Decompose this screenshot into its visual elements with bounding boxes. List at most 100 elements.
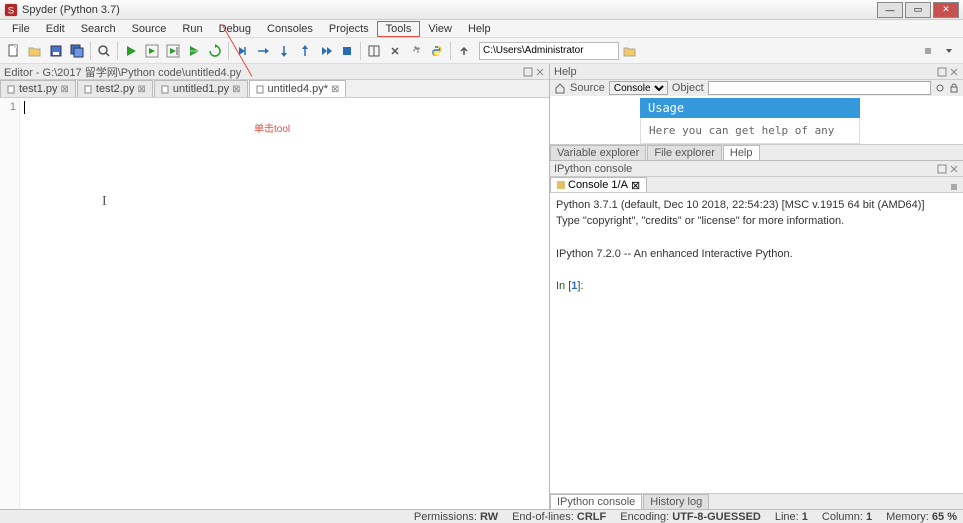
- save-all-button[interactable]: [67, 41, 87, 61]
- menu-search[interactable]: Search: [73, 22, 124, 36]
- debug-stop-button[interactable]: [337, 41, 357, 61]
- tab-label: untitled4.py*: [268, 83, 329, 95]
- help-header: Help: [554, 66, 937, 78]
- home-icon[interactable]: [554, 82, 566, 94]
- cwd-up-button[interactable]: [454, 41, 474, 61]
- menu-edit[interactable]: Edit: [38, 22, 73, 36]
- preferences-button[interactable]: [406, 41, 426, 61]
- menu-run[interactable]: Run: [174, 22, 210, 36]
- console-bottom-tabs: IPython consoleHistory log: [550, 493, 963, 509]
- run-cell-advance-button[interactable]: [163, 41, 183, 61]
- debug-continue-button[interactable]: [316, 41, 336, 61]
- lock-icon[interactable]: [949, 83, 959, 93]
- help-pane: Help Source Console Object Usage Here yo…: [550, 64, 963, 161]
- menubar: FileEditSearchSourceRunDebugConsolesProj…: [0, 20, 963, 38]
- editor-tab[interactable]: untitled1.py⊠: [154, 80, 248, 97]
- menu-file[interactable]: File: [4, 22, 38, 36]
- pane-close-icon[interactable]: [949, 67, 959, 77]
- close-icon[interactable]: ⊠: [331, 84, 339, 95]
- maximize-button[interactable]: ▭: [905, 2, 931, 18]
- file-icon: [7, 85, 16, 94]
- status-eol: End-of-lines: CRLF: [512, 511, 606, 523]
- console-tab-label: Console 1/A: [568, 179, 628, 191]
- editor-header: Editor - G:\2017 留学网\Python code\untitle…: [4, 64, 523, 80]
- toolbar: [0, 38, 963, 64]
- help-tab-help[interactable]: Help: [723, 145, 760, 160]
- console-tab[interactable]: Console 1/A ⊠: [550, 177, 647, 192]
- maximize-pane-button[interactable]: [385, 41, 405, 61]
- python-path-button[interactable]: [427, 41, 447, 61]
- status-memory: Memory: 65 %: [886, 511, 957, 523]
- editor-tab[interactable]: untitled4.py*⊠: [249, 80, 347, 97]
- help-tabs-bar: Variable explorerFile explorerHelp: [550, 144, 963, 160]
- source-select[interactable]: Console: [609, 81, 668, 95]
- editor-tab[interactable]: test1.py⊠: [0, 80, 76, 97]
- file-icon: [161, 85, 170, 94]
- open-file-button[interactable]: [25, 41, 45, 61]
- layout-button[interactable]: [364, 41, 384, 61]
- close-icon[interactable]: ⊠: [137, 84, 145, 95]
- close-icon[interactable]: ⊠: [232, 84, 240, 95]
- debug-step-button[interactable]: [253, 41, 273, 61]
- usage-text: Here you can get help of any: [640, 118, 860, 144]
- run-selection-button[interactable]: [184, 41, 204, 61]
- editor-pane: Editor - G:\2017 留学网\Python code\untitle…: [0, 64, 550, 509]
- annotation-label: 单击tool: [254, 120, 290, 135]
- cwd-browse-button[interactable]: [620, 41, 640, 61]
- close-icon[interactable]: ⊠: [631, 179, 640, 192]
- save-button[interactable]: [46, 41, 66, 61]
- pane-undock-icon[interactable]: [937, 67, 947, 77]
- spyder-icon: S: [4, 3, 18, 17]
- help-tab-variable-explorer[interactable]: Variable explorer: [550, 145, 646, 160]
- console-output[interactable]: Python 3.7.1 (default, Dec 10 2018, 22:5…: [550, 193, 963, 493]
- minimize-button[interactable]: —: [877, 2, 903, 18]
- tab-label: test2.py: [96, 83, 135, 95]
- console-header: IPython console: [554, 163, 937, 175]
- help-tab-file-explorer[interactable]: File explorer: [647, 145, 722, 160]
- console-bottom-tab-ipython-console[interactable]: IPython console: [550, 494, 642, 509]
- menu-help[interactable]: Help: [460, 22, 499, 36]
- run-cell-button[interactable]: [142, 41, 162, 61]
- text-cursor-icon: I: [102, 194, 107, 210]
- close-icon[interactable]: ⊠: [61, 84, 69, 95]
- ipython-console-pane: IPython console Console 1/A ⊠ Python 3.7…: [550, 161, 963, 509]
- run-button[interactable]: [121, 41, 141, 61]
- file-icon: [84, 85, 93, 94]
- console-options-icon[interactable]: [945, 182, 963, 192]
- window-title: Spyder (Python 3.7): [22, 4, 877, 16]
- menu-tools[interactable]: Tools: [377, 21, 421, 37]
- object-label: Object: [672, 82, 704, 94]
- code-editor[interactable]: I 单击tool: [20, 98, 549, 509]
- close-button[interactable]: ✕: [933, 2, 959, 18]
- toolbar-dropdown-button[interactable]: [939, 42, 959, 60]
- status-encoding: Encoding: UTF-8-GUESSED: [620, 511, 761, 523]
- pane-undock-icon[interactable]: [937, 164, 947, 174]
- file-icon: [256, 85, 265, 94]
- search-button[interactable]: [94, 41, 114, 61]
- svg-text:S: S: [8, 5, 14, 16]
- status-column: Column: 1: [822, 511, 872, 523]
- statusbar: Permissions: RW End-of-lines: CRLF Encod…: [0, 509, 963, 523]
- menu-source[interactable]: Source: [124, 22, 175, 36]
- menu-consoles[interactable]: Consoles: [259, 22, 321, 36]
- menu-projects[interactable]: Projects: [321, 22, 377, 36]
- toolbar-menu-button[interactable]: [918, 42, 938, 60]
- rerun-button[interactable]: [205, 41, 225, 61]
- pane-close-icon[interactable]: [949, 164, 959, 174]
- menu-view[interactable]: View: [420, 22, 460, 36]
- debug-step-out-button[interactable]: [295, 41, 315, 61]
- status-permissions: Permissions: RW: [414, 511, 498, 523]
- menu-debug[interactable]: Debug: [211, 22, 259, 36]
- debug-step-into-button[interactable]: [274, 41, 294, 61]
- line-gutter: 1: [0, 98, 20, 509]
- options-icon[interactable]: [935, 83, 945, 93]
- console-bottom-tab-history-log[interactable]: History log: [643, 494, 709, 509]
- editor-tabs: test1.py⊠test2.py⊠untitled1.py⊠untitled4…: [0, 80, 549, 98]
- editor-tab[interactable]: test2.py⊠: [77, 80, 153, 97]
- object-input[interactable]: [708, 81, 931, 95]
- pane-close-icon[interactable]: [535, 67, 545, 77]
- pane-options-icon[interactable]: [523, 67, 533, 77]
- cwd-input[interactable]: [479, 42, 619, 60]
- new-file-button[interactable]: [4, 41, 24, 61]
- usage-heading: Usage: [640, 98, 860, 118]
